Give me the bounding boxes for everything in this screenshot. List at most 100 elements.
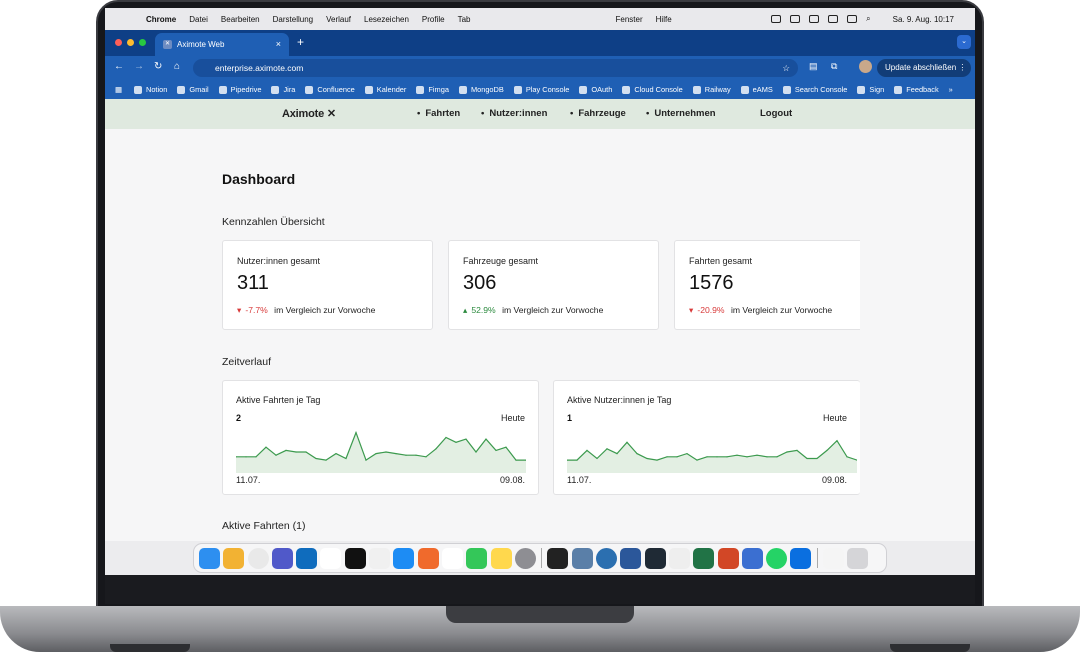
apps-grid-icon[interactable]: ▦ (115, 85, 122, 94)
extensions-icon[interactable]: ⧉ (831, 61, 837, 72)
bookmark-eams[interactable]: eAMS (740, 85, 773, 94)
bookmark-gmail[interactable]: Gmail (177, 85, 209, 94)
menu-tab[interactable]: Tab (458, 15, 471, 24)
forward-icon[interactable]: → (134, 61, 144, 72)
document-icon[interactable] (823, 547, 845, 569)
nav-unternehmen[interactable]: Unternehmen (646, 108, 715, 119)
bookmark-railway[interactable]: Railway (692, 85, 731, 94)
launchpad-icon[interactable] (223, 547, 245, 569)
whatsapp-icon[interactable] (766, 547, 788, 569)
screenshot-icon[interactable] (644, 547, 666, 569)
close-tab-icon[interactable]: × (276, 39, 281, 49)
xcode-instruments-icon[interactable] (741, 547, 763, 569)
status-icon[interactable] (771, 15, 782, 23)
new-tab-button[interactable]: + (297, 35, 304, 49)
search-icon[interactable]: ⌕ (866, 14, 870, 24)
aximote-logo[interactable]: Aximote ✕ (282, 107, 336, 120)
clock[interactable]: Sa. 9. Aug. 10:17 (893, 15, 954, 24)
bookmark-kalender[interactable]: Kalender (364, 85, 406, 94)
excel-icon[interactable] (693, 547, 715, 569)
back-icon[interactable]: ← (114, 61, 124, 72)
status-icon[interactable] (809, 15, 820, 23)
profile-avatar[interactable] (859, 60, 872, 73)
preview-icon[interactable] (571, 547, 593, 569)
system-settings-icon[interactable] (514, 547, 536, 569)
minimize-window-button[interactable] (127, 39, 134, 46)
reload-icon[interactable]: ↻ (154, 61, 162, 72)
bookmark-pipedrive[interactable]: Pipedrive (218, 85, 261, 94)
mongodb-compass-icon[interactable] (441, 547, 463, 569)
bookmark-feedback[interactable]: Feedback (894, 85, 939, 94)
logout-link[interactable]: Logout (760, 108, 792, 119)
bookmark-confluence[interactable]: Confluence (305, 85, 355, 94)
intellij-icon[interactable] (344, 547, 366, 569)
menu-datei[interactable]: Datei (189, 15, 208, 24)
powerpoint-icon[interactable] (717, 547, 739, 569)
facetime-icon[interactable] (466, 547, 488, 569)
update-button[interactable]: Update abschließen ⋮ (877, 59, 971, 77)
notes-icon[interactable] (490, 547, 512, 569)
bookmark-oauth[interactable]: OAuth (579, 85, 612, 94)
bookmark-notion[interactable]: Notion (133, 85, 167, 94)
sparkline-point (616, 453, 618, 455)
sparkline-point (385, 451, 387, 453)
menu-profile[interactable]: Profile (422, 15, 445, 24)
kpi-label: Fahrzeuge gesamt (463, 256, 539, 266)
bookmark-icon (364, 85, 373, 94)
menu-bearbeiten[interactable]: Bearbeiten (221, 15, 260, 24)
nav-fahrzeuge[interactable]: Fahrzeuge (570, 108, 626, 119)
textedit-icon[interactable] (668, 547, 690, 569)
chart-title: Aktive Fahrten je Tag (236, 395, 321, 405)
nav-fahrten[interactable]: Fahrten (417, 108, 460, 119)
kpi-card-users: Nutzer:innen gesamt 311 ▾ -7.7% im Vergle… (222, 240, 433, 330)
bookmark-icon (133, 85, 142, 94)
bookmark-star-icon[interactable]: ☆ (782, 59, 790, 77)
bookmark-search-console[interactable]: Search Console (782, 85, 847, 94)
tab-search-button[interactable]: ⌄ (957, 35, 971, 49)
menu-fenster[interactable]: Fenster (616, 15, 643, 24)
app-store-icon[interactable] (393, 547, 415, 569)
bookmark-icon (894, 85, 903, 94)
menu-darstellung[interactable]: Darstellung (273, 15, 313, 24)
chart-current-label: Heute (822, 413, 847, 423)
nav-nutzerinnen[interactable]: Nutzer:innen (481, 108, 547, 119)
teams-icon[interactable] (271, 547, 293, 569)
quicktime-icon[interactable] (596, 547, 618, 569)
bookmark-mongodb[interactable]: MongoDB (458, 85, 504, 94)
bookmark-sign[interactable]: Sign (857, 85, 884, 94)
menu-app-name[interactable]: Chrome (146, 15, 176, 24)
zoom-window-button[interactable] (139, 39, 146, 46)
xcode-icon[interactable] (369, 547, 391, 569)
chatgpt-icon[interactable] (320, 547, 342, 569)
active-trips-section-title: Aktive Fahrten (1) (222, 520, 306, 532)
onedrive-icon[interactable] (790, 547, 812, 569)
finder-icon[interactable] (199, 547, 220, 569)
trend-up-icon: ▴ (463, 305, 468, 315)
wifi-icon[interactable] (847, 15, 858, 23)
sparkline-point (686, 453, 688, 455)
swift-icon[interactable] (417, 547, 439, 569)
bookmark-cloud-console[interactable]: Cloud Console (622, 85, 683, 94)
status-icon[interactable] (790, 15, 801, 23)
bookmark-play-console[interactable]: Play Console (513, 85, 569, 94)
sparkline-point (666, 456, 668, 458)
word-icon[interactable] (620, 547, 642, 569)
reading-list-icon[interactable]: ▤ (809, 61, 818, 72)
chrome-icon[interactable] (247, 547, 269, 569)
menu-verlauf[interactable]: Verlauf (326, 15, 351, 24)
tab-aximote[interactable]: ✕ Aximote Web × (155, 33, 289, 56)
more-bookmarks-icon[interactable]: » (949, 85, 953, 94)
bookmark-icon (579, 85, 588, 94)
sparkline-point (405, 454, 407, 456)
menu-hilfe[interactable]: Hilfe (656, 15, 672, 24)
terminal-icon[interactable] (547, 547, 569, 569)
bookmark-fimga[interactable]: Fimga (416, 85, 449, 94)
outlook-icon[interactable] (296, 547, 318, 569)
battery-icon[interactable] (828, 15, 839, 23)
home-icon[interactable]: ⌂ (174, 61, 180, 72)
menu-lesezeichen[interactable]: Lesezeichen (364, 15, 409, 24)
bookmark-jira[interactable]: Jira (271, 85, 295, 94)
address-bar[interactable]: enterprise.aximote.com ☆ (193, 59, 798, 77)
close-window-button[interactable] (115, 39, 122, 46)
trash-icon[interactable] (847, 547, 869, 569)
